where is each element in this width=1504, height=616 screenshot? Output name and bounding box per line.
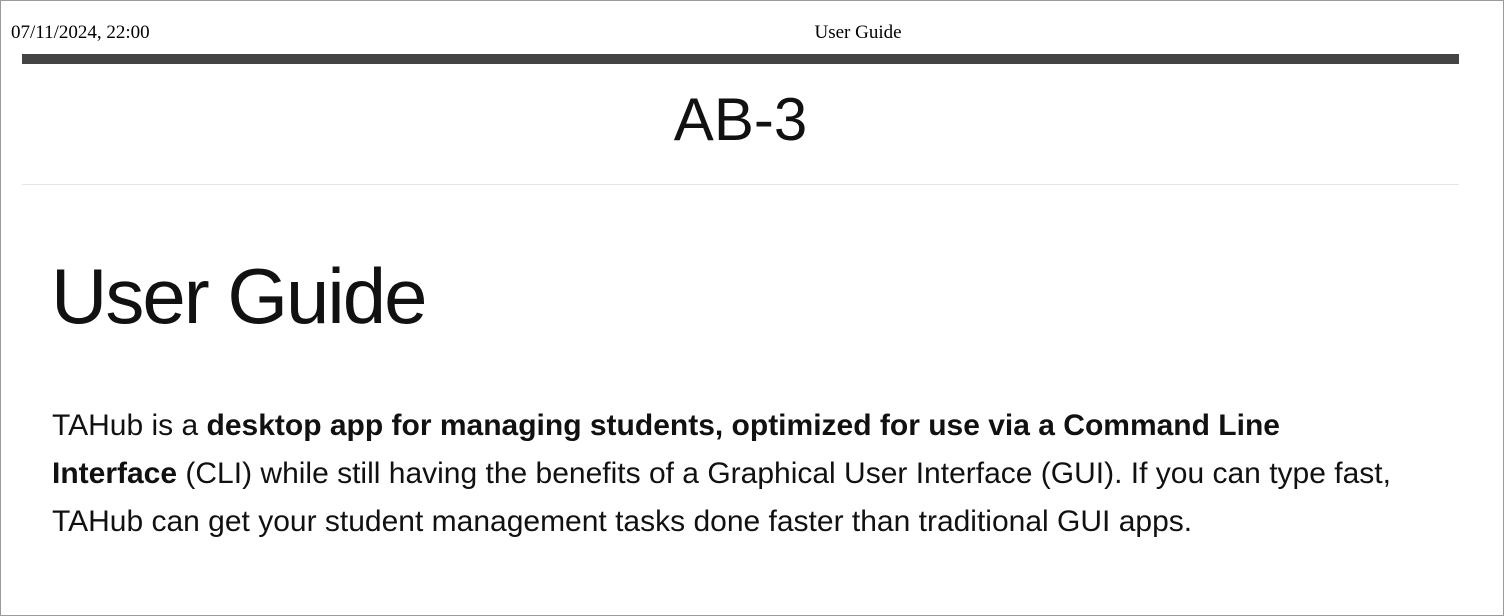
intro-text-start: TAHub is a (52, 409, 207, 442)
intro-paragraph: TAHub is a desktop app for managing stud… (52, 402, 1392, 546)
intro-text-end: (CLI) while still having the benefits of… (52, 457, 1391, 538)
header-divider (22, 184, 1459, 185)
page-title: User Guide (51, 252, 427, 340)
site-title[interactable]: AB-3 (22, 84, 1459, 156)
site-header-bar (22, 54, 1459, 64)
print-doc-title: User Guide (814, 22, 902, 43)
